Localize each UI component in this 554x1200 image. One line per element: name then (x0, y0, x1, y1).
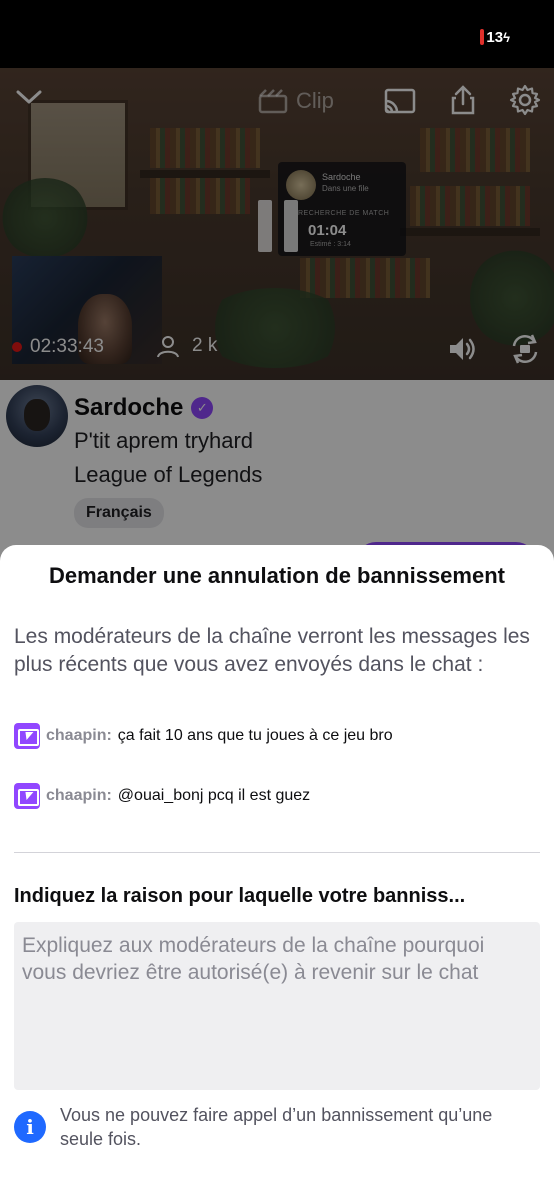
status-bar: 13 ϟ (0, 0, 554, 68)
chat-message: chaapin: ça fait 10 ans que tu joues à c… (14, 723, 393, 749)
reason-field[interactable] (14, 922, 540, 1090)
reason-label: Indiquez la raison pour laquelle votre b… (14, 885, 466, 907)
info-notice: i Vous ne pouvez faire appel d’un bannis… (14, 1103, 520, 1151)
info-text: Vous ne pouvez faire appel d’un bannisse… (60, 1105, 493, 1149)
battery-indicator: 13 ϟ (480, 27, 510, 47)
divider (14, 852, 540, 853)
battery-icon (480, 29, 485, 45)
unban-request-sheet: Demander une annulation de bannissement … (0, 545, 554, 1200)
message-username: chaapin: (46, 787, 112, 804)
message-text: @ouai_bonj pcq il est guez (117, 787, 311, 804)
charging-icon: ϟ (503, 29, 510, 45)
sheet-title: Demander une annulation de bannissement (49, 563, 505, 588)
chat-message: chaapin: @ouai_bonj pcq il est guez (14, 783, 310, 809)
reason-field-container (14, 922, 540, 1090)
message-username: chaapin: (46, 727, 112, 744)
info-icon: i (14, 1111, 46, 1143)
prime-badge-icon (14, 723, 40, 749)
battery-percent: 13 (486, 28, 504, 46)
prime-badge-icon (14, 783, 40, 809)
sheet-description: Les modérateurs de la chaîne verront les… (14, 625, 530, 676)
message-text: ça fait 10 ans que tu joues à ce jeu bro (117, 727, 393, 744)
